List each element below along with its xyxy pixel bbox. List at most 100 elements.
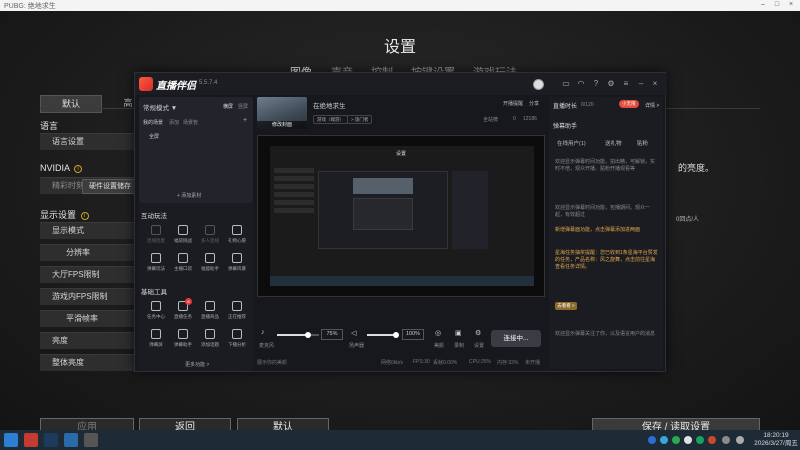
tray-icon[interactable] bbox=[660, 436, 668, 444]
preset-default-tab[interactable]: 默认 bbox=[40, 95, 102, 113]
message-icon[interactable]: ▭ bbox=[561, 79, 571, 89]
volume-icon[interactable] bbox=[736, 436, 744, 444]
scene-tab-manage[interactable]: 场景管 bbox=[183, 119, 198, 126]
menu-icon[interactable]: ≡ bbox=[621, 79, 631, 89]
browser-icon[interactable] bbox=[64, 433, 78, 447]
shield-icon bbox=[178, 225, 188, 235]
settings-icon[interactable]: ⚙ bbox=[606, 79, 616, 89]
add-scene-icon[interactable]: + bbox=[243, 117, 247, 124]
helper-icon bbox=[205, 253, 215, 263]
brightness-row[interactable]: 亮度 bbox=[40, 332, 134, 349]
grid-add-topic[interactable]: 添加话题 bbox=[197, 329, 223, 355]
grid-recommend[interactable]: 正在推荐 bbox=[224, 301, 250, 327]
grid-offline-analysis[interactable]: 下播分析 bbox=[224, 329, 250, 355]
display-mode-row[interactable]: 显示模式 bbox=[40, 222, 134, 239]
cover-thumbnail[interactable]: 修改封面 bbox=[257, 97, 307, 129]
danmaku-helper-title: 弹幕助手 bbox=[553, 124, 578, 130]
tray-icon[interactable] bbox=[684, 436, 692, 444]
add-material-button[interactable]: + 添加素材 bbox=[177, 192, 201, 199]
speaker-icon[interactable]: ◁ bbox=[351, 329, 356, 337]
grid-danmaku-screen[interactable]: 弹幕屏 bbox=[143, 329, 169, 355]
grid-danmaku-storm[interactable]: 弹幕风暴 bbox=[224, 253, 250, 279]
pubg-icon[interactable] bbox=[84, 433, 98, 447]
go-see-button[interactable]: 去看看 > bbox=[555, 302, 577, 310]
network-icon[interactable] bbox=[722, 436, 730, 444]
help-icon[interactable]: ? bbox=[591, 79, 601, 89]
speaker-slider[interactable] bbox=[367, 332, 399, 338]
minimize-icon[interactable]: – bbox=[636, 79, 646, 89]
settings-icon[interactable]: ⚙ bbox=[475, 329, 481, 337]
steam-icon[interactable] bbox=[44, 433, 58, 447]
tray-icon[interactable] bbox=[708, 436, 716, 444]
overall-brightness-row[interactable]: 整体亮度 bbox=[40, 354, 134, 371]
subcategory-tag[interactable]: > 旅门者 bbox=[347, 115, 373, 124]
grid-danmaku-play[interactable]: 弹幕玩法 bbox=[143, 253, 169, 279]
mode-landscape[interactable]: 横屏 bbox=[223, 103, 233, 110]
start-live-button[interactable]: 连接中... bbox=[491, 330, 541, 347]
scene-tab-mine[interactable]: 我的场景 bbox=[143, 119, 163, 126]
rank-label[interactable]: 全站榜 bbox=[483, 116, 498, 123]
grid-gift-wish[interactable]: 礼物心愿 bbox=[224, 225, 250, 251]
minimize-icon[interactable]: – bbox=[758, 1, 768, 8]
mic-volume[interactable]: 75% bbox=[321, 329, 343, 340]
mic-slider[interactable] bbox=[277, 332, 319, 338]
tab-fans[interactable]: 贴粉 bbox=[637, 139, 648, 147]
tab-online-users[interactable]: 在线用户(1) bbox=[557, 139, 586, 147]
grid-multi-connect[interactable]: 多人连线 bbox=[197, 225, 223, 251]
interactive-section-title: 互动玩法 bbox=[141, 213, 167, 220]
date: 2026/3/27/周五 bbox=[754, 440, 798, 447]
tray-icon[interactable] bbox=[696, 436, 704, 444]
grid-connect-mic[interactable]: 连线连麦 bbox=[143, 225, 169, 251]
mini-taskbar bbox=[270, 276, 534, 286]
beauty-status[interactable]: 展示你的美颜 bbox=[257, 359, 287, 366]
storm-icon bbox=[232, 253, 242, 263]
mic-icon[interactable]: ♪ bbox=[261, 329, 265, 336]
beauty-icon[interactable]: ◎ bbox=[435, 329, 441, 337]
tab-gifts[interactable]: 送礼物 bbox=[605, 139, 622, 147]
speaker-volume[interactable]: 100% bbox=[402, 329, 424, 340]
clock[interactable]: 18:20:19 2026/3/27/周五 bbox=[754, 432, 798, 448]
tray-icon[interactable] bbox=[648, 436, 656, 444]
close-icon[interactable]: × bbox=[786, 1, 796, 8]
avatar[interactable] bbox=[533, 79, 544, 90]
grid-host-pocket[interactable]: 主播口袋 bbox=[170, 253, 196, 279]
info-icon[interactable]: i bbox=[80, 211, 89, 220]
detail-link[interactable]: 详情 > bbox=[645, 102, 659, 109]
category-tag[interactable]: 游戏（端游） bbox=[313, 115, 348, 124]
grid-live-goods[interactable]: 直播商品 bbox=[197, 301, 223, 327]
mode-portrait[interactable]: 竖屏 bbox=[238, 103, 248, 110]
status-badge: 小无限 bbox=[619, 100, 639, 108]
maximize-icon[interactable]: □ bbox=[772, 1, 782, 8]
more-features-link[interactable]: 更多功能 > bbox=[185, 361, 209, 368]
mode-dropdown[interactable]: 常规模式 ▼ bbox=[143, 102, 177, 112]
row-label: 亮度 bbox=[52, 336, 68, 345]
grid-live-task[interactable]: 6 直播任务 bbox=[170, 298, 196, 327]
record-icon[interactable]: ▣ bbox=[455, 329, 462, 337]
grid-fortune-helper[interactable]: 福能助手 bbox=[197, 253, 223, 279]
grid-label: 连线连麦 bbox=[147, 238, 165, 243]
grid-danmaku-helper[interactable]: 弹幕助手 bbox=[170, 329, 196, 355]
headset-icon[interactable]: ◠ bbox=[576, 79, 586, 89]
ingame-fps-row[interactable]: 游戏内FPS限制 bbox=[40, 288, 134, 305]
lobby-fps-row[interactable]: 大厅FPS限制 bbox=[40, 266, 134, 283]
grid-task-center[interactable]: 任务中心 bbox=[143, 301, 169, 327]
app-icon[interactable] bbox=[24, 433, 38, 447]
stream-preview[interactable]: 设置 bbox=[257, 135, 545, 297]
record-label: 录制 bbox=[454, 343, 465, 349]
stream-title[interactable]: 在绝地求生 bbox=[313, 100, 346, 110]
windows-start-icon[interactable] bbox=[4, 433, 18, 447]
scene-item-fullscreen[interactable]: 全屏 bbox=[149, 133, 159, 140]
grid-label: 弹幕助手 bbox=[174, 342, 192, 347]
language-settings-row[interactable]: 语言设置 bbox=[40, 133, 134, 150]
share-button[interactable]: 分享 bbox=[529, 100, 539, 107]
resolution-row[interactable]: 分辨率 bbox=[40, 244, 134, 261]
scene-tab-add[interactable]: 添加 bbox=[169, 119, 179, 126]
info-icon[interactable]: i bbox=[74, 164, 83, 173]
app-logo-text: 直播伴侣 bbox=[156, 81, 196, 92]
tray-icon[interactable] bbox=[672, 436, 680, 444]
close-icon[interactable]: × bbox=[650, 79, 660, 89]
grid-lucky-bag[interactable]: 福袋挑战 bbox=[170, 225, 196, 251]
smooth-fps-row[interactable]: 平滑帧率 bbox=[40, 310, 134, 327]
taskbar: 18:20:19 2026/3/27/周五 bbox=[0, 430, 800, 450]
stream-reminder[interactable]: 开播提醒 bbox=[503, 100, 523, 107]
